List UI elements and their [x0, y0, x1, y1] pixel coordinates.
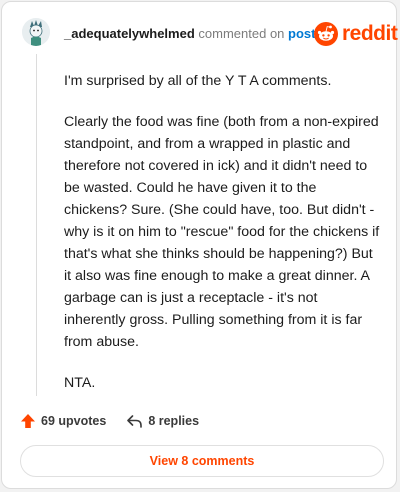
upvote-count: 69 upvotes: [41, 414, 107, 428]
comment-header: _adequatelywhelmed commented on post: [64, 26, 315, 42]
comment-card: _adequatelywhelmed commented on post red…: [1, 1, 398, 489]
upvote-button[interactable]: 69 upvotes: [20, 413, 106, 429]
replies-button[interactable]: 8 replies: [126, 413, 199, 429]
post-link[interactable]: post: [288, 26, 315, 41]
comment-paragraph: I'm surprised by all of the Y T A commen…: [64, 73, 332, 89]
view-comments-button[interactable]: View 8 comments: [20, 445, 384, 477]
reply-arrow-icon: [127, 415, 143, 428]
reddit-wordmark: reddit: [342, 22, 398, 45]
username-link[interactable]: _adequatelywhelmed: [64, 26, 195, 41]
comment-paragraph: Clearly the food was fine (both from a n…: [64, 114, 380, 350]
replies-count: 8 replies: [148, 414, 200, 428]
reddit-snoo-icon: [314, 22, 338, 46]
action-text: commented on: [198, 26, 285, 41]
thread-line[interactable]: [36, 54, 37, 396]
comment-body: I'm surprised by all of the Y T A commen…: [64, 70, 382, 413]
comment-paragraph: NTA.: [64, 375, 96, 391]
upvote-arrow-icon: [21, 414, 35, 428]
user-avatar[interactable]: [22, 18, 50, 46]
comment-actions: 69 upvotes 8 replies: [20, 412, 199, 430]
reddit-logo[interactable]: reddit: [314, 21, 398, 47]
avatar-icon: [22, 18, 50, 46]
